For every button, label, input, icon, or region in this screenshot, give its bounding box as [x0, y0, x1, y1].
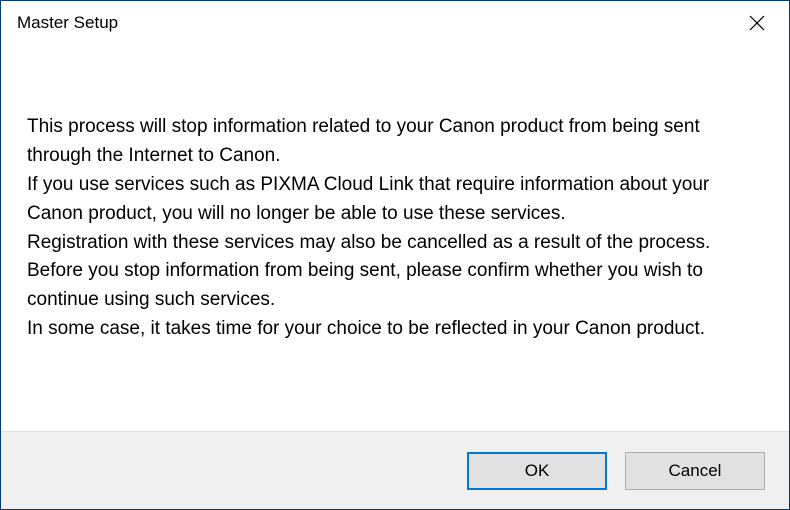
ok-button[interactable]: OK — [467, 452, 607, 490]
titlebar: Master Setup — [1, 1, 789, 45]
cancel-button[interactable]: Cancel — [625, 452, 765, 490]
button-bar: OK Cancel — [1, 431, 789, 509]
close-icon — [749, 15, 765, 31]
close-button[interactable] — [737, 7, 777, 39]
window-title: Master Setup — [17, 13, 118, 33]
dialog-window: Master Setup This process will stop info… — [0, 0, 790, 510]
content-area: This process will stop information relat… — [1, 45, 789, 431]
message-text: This process will stop information relat… — [27, 113, 763, 344]
